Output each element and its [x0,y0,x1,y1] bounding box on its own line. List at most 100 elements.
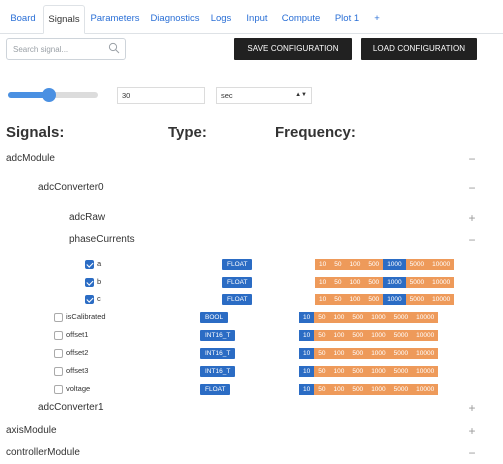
expand-axismodule-button[interactable]: + [466,425,478,437]
frequency-option[interactable]: 100 [329,348,349,359]
signal-checkbox[interactable] [54,313,63,322]
frequency-option[interactable]: 500 [364,259,384,270]
save-configuration-button[interactable]: SAVE CONFIGURATION [234,38,352,60]
frequency-option[interactable]: 50 [314,312,330,323]
type-badge: FLOAT [222,259,253,270]
frequency-option[interactable]: 10000 [412,384,439,395]
frequency-option[interactable]: 10000 [428,259,455,270]
frequency-option[interactable]: 10 [315,294,331,305]
expand-adcraw-button[interactable]: + [466,212,478,224]
frequency-option[interactable]: 500 [364,294,384,305]
frequency-option[interactable]: 1000 [367,348,390,359]
tree-node-adcconverter1[interactable]: adcConverter1 [38,402,104,413]
interval-slider-thumb[interactable] [41,88,56,102]
tab-board[interactable]: Board [4,5,42,34]
tree-node-phasecurrents[interactable]: phaseCurrents [69,234,135,245]
signal-checkbox[interactable] [54,331,63,340]
signal-label: offset3 [66,366,89,375]
frequency-option[interactable]: 500 [348,366,368,377]
frequency-option[interactable]: 5000 [389,348,413,359]
signal-checkbox[interactable] [85,278,94,287]
frequency-option[interactable]: 5000 [389,366,413,377]
frequency-option[interactable]: 10000 [412,348,439,359]
frequency-option[interactable]: 10 [299,348,315,359]
signal-checkbox[interactable] [54,367,63,376]
search-icon[interactable] [108,42,120,54]
frequency-option[interactable]: 10 [299,312,315,323]
frequency-option[interactable]: 1000 [383,277,406,288]
frequency-option[interactable]: 5000 [389,330,413,341]
frequency-option[interactable]: 100 [345,259,365,270]
frequency-option[interactable]: 10 [315,277,331,288]
frequency-option[interactable]: 100 [345,277,365,288]
tab-parameters[interactable]: Parameters [88,5,142,34]
frequency-option[interactable]: 1000 [367,312,390,323]
tab-bar: Board Signals Parameters Diagnostics Log… [0,0,503,34]
frequency-selector: 10 50 100 500 1000 5000 10000 [299,330,439,341]
frequency-option[interactable]: 10 [299,366,315,377]
frequency-option[interactable]: 5000 [405,259,429,270]
frequency-option[interactable]: 50 [314,366,330,377]
frequency-option[interactable]: 500 [348,312,368,323]
load-configuration-button[interactable]: LOAD CONFIGURATION [361,38,477,60]
tab-signals[interactable]: Signals [43,5,85,34]
tab-input[interactable]: Input [241,5,273,34]
add-tab-button[interactable]: + [368,5,386,34]
tab-compute[interactable]: Compute [279,5,323,34]
collapse-adcmodule-button[interactable]: − [466,153,478,165]
frequency-option[interactable]: 100 [345,294,365,305]
frequency-option[interactable]: 5000 [405,277,429,288]
tab-logs[interactable]: Logs [207,5,235,34]
collapse-controllermodule-button[interactable]: − [466,447,478,459]
frequency-option[interactable]: 5000 [389,312,413,323]
tree-node-axismodule[interactable]: axisModule [6,425,57,436]
frequency-option[interactable]: 5000 [389,384,413,395]
frequency-option[interactable]: 10000 [412,330,439,341]
frequency-option[interactable]: 10000 [412,312,439,323]
signal-checkbox[interactable] [54,349,63,358]
tab-diagnostics[interactable]: Diagnostics [147,5,203,34]
frequency-option[interactable]: 50 [314,384,330,395]
frequency-option[interactable]: 500 [364,277,384,288]
signal-checkbox[interactable] [85,295,94,304]
frequency-option[interactable]: 10 [315,259,331,270]
frequency-option[interactable]: 500 [348,384,368,395]
frequency-option[interactable]: 50 [330,294,346,305]
signal-label: offset2 [66,348,89,357]
frequency-option[interactable]: 10000 [412,366,439,377]
tree-node-adcconverter0[interactable]: adcConverter0 [38,182,104,193]
frequency-option[interactable]: 10000 [428,294,455,305]
type-badge: BOOL [200,312,229,323]
frequency-option[interactable]: 100 [329,312,349,323]
frequency-option[interactable]: 1000 [367,330,390,341]
frequency-option[interactable]: 500 [348,330,368,341]
frequency-option[interactable]: 1000 [383,294,406,305]
tab-plot-1[interactable]: Plot 1 [330,5,364,34]
interval-input[interactable] [117,87,205,104]
tree-node-adcmodule[interactable]: adcModule [6,153,55,164]
signal-label: offset1 [66,330,89,339]
expand-adcconverter1-button[interactable]: + [466,402,478,414]
collapse-adcconverter0-button[interactable]: − [466,182,478,194]
frequency-option[interactable]: 50 [314,348,330,359]
frequency-option[interactable]: 10 [299,330,315,341]
frequency-option[interactable]: 50 [330,277,346,288]
frequency-option[interactable]: 1000 [367,384,390,395]
frequency-option[interactable]: 5000 [405,294,429,305]
frequency-option[interactable]: 100 [329,330,349,341]
frequency-option[interactable]: 500 [348,348,368,359]
frequency-option[interactable]: 50 [314,330,330,341]
frequency-option[interactable]: 10000 [428,277,455,288]
collapse-phasecurrents-button[interactable]: − [466,234,478,246]
frequency-option[interactable]: 50 [330,259,346,270]
unit-select[interactable]: sec ▲▼ [216,87,312,104]
frequency-option[interactable]: 1000 [367,366,390,377]
frequency-option[interactable]: 100 [329,366,349,377]
signal-checkbox[interactable] [54,385,63,394]
frequency-option[interactable]: 1000 [383,259,406,270]
tree-node-adcraw[interactable]: adcRaw [69,212,105,223]
signal-checkbox[interactable] [85,260,94,269]
tree-node-controllermodule[interactable]: controllerModule [6,447,80,458]
frequency-option[interactable]: 100 [329,384,349,395]
frequency-option[interactable]: 10 [299,384,315,395]
